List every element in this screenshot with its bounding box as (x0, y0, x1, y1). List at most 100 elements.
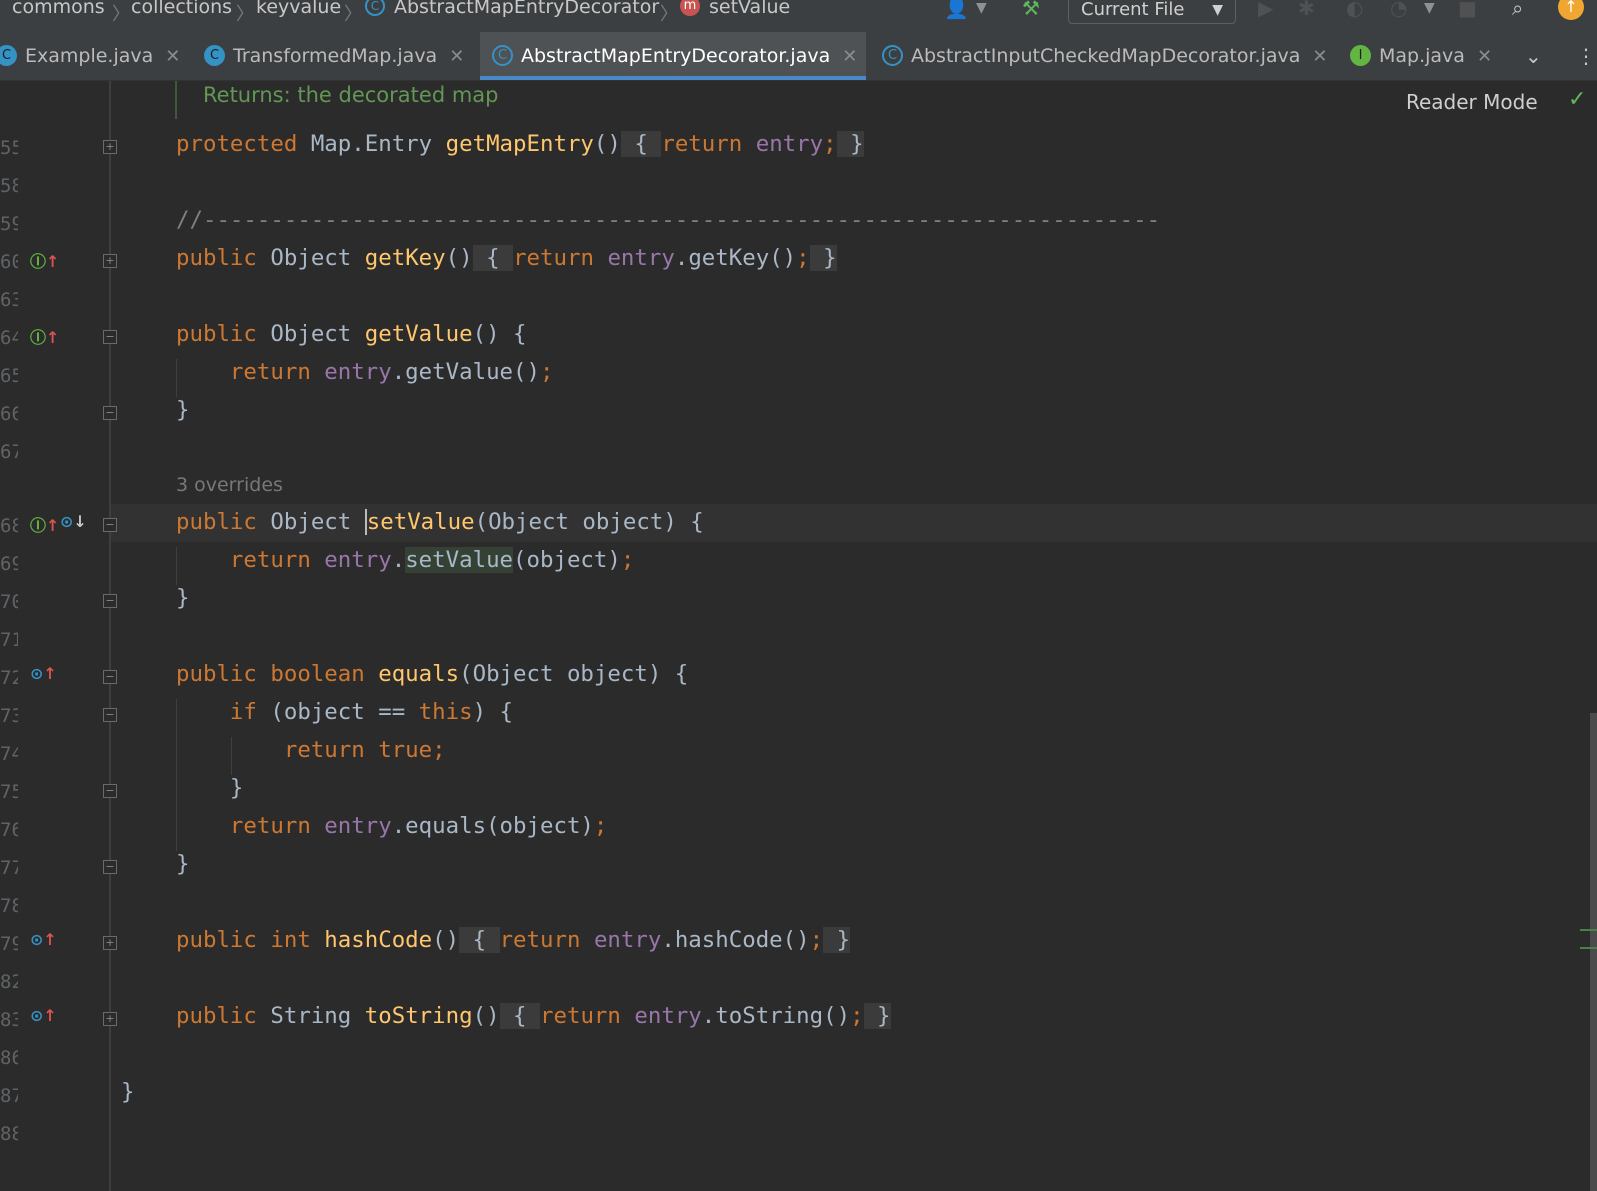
run-config-selector[interactable]: Current File ▼ (1068, 0, 1236, 24)
implements-method-icon[interactable]: Ⓘ↑ (30, 324, 59, 348)
code-line: } (176, 775, 244, 801)
change-marker (1580, 947, 1597, 949)
fold-collapse-icon[interactable]: − (103, 330, 117, 344)
code-line: //--------------------------------------… (176, 207, 1161, 233)
close-icon[interactable]: ✕ (842, 46, 857, 67)
build-hammer-icon[interactable]: ⚒ (1022, 0, 1040, 20)
line-number: 78 (0, 895, 18, 917)
code-line: return entry.getValue(); (229, 359, 554, 385)
line-number: 68 (0, 515, 18, 537)
overrides-method-icon[interactable]: ⊙↑ (30, 1006, 57, 1025)
reader-mode-toggle[interactable]: Reader Mode (1406, 90, 1538, 114)
line-number: 87 (0, 1085, 18, 1107)
abstract-class-icon: C (492, 44, 513, 66)
close-icon[interactable]: ✕ (1477, 46, 1492, 67)
code-line: public Object getValue() { (176, 321, 527, 347)
update-icon[interactable]: ↑ (1558, 0, 1584, 20)
line-number: 69 (0, 553, 18, 575)
breadcrumb-item-class[interactable]: AbstractMapEntryDecorator (394, 0, 659, 18)
overrides-method-icon[interactable]: ⊙↑ (30, 664, 57, 683)
line-number: 63 (0, 289, 18, 311)
code-line: public String toString() { return entry.… (176, 1003, 891, 1029)
tab-label: TransformedMap.java (233, 45, 438, 67)
code-line: public int hashCode() { return entry.has… (176, 927, 851, 953)
line-number: 65 (0, 365, 18, 387)
coverage-icon[interactable]: ◐ (1346, 0, 1363, 20)
overrides-hint[interactable]: 3 overrides (176, 474, 283, 496)
debug-icon[interactable]: ✱ (1298, 0, 1315, 20)
breadcrumb: commons 〉 collections 〉 keyvalue 〉 C Abs… (0, 0, 1597, 32)
overridden-method-icon[interactable]: ⊙↓ (60, 512, 87, 531)
fold-collapse-icon[interactable]: − (103, 670, 117, 684)
line-number: 55 (0, 137, 18, 159)
fold-end-icon[interactable]: − (103, 860, 117, 874)
fold-expand-icon[interactable]: + (103, 1012, 117, 1026)
fold-expand-icon[interactable]: + (103, 936, 117, 950)
code-line: if (object == this) { (229, 699, 514, 725)
breadcrumb-item-keyvalue[interactable]: keyvalue (256, 0, 341, 18)
line-number: 86 (0, 1047, 18, 1069)
search-icon[interactable]: ⌕ (1512, 0, 1523, 20)
chevron-down-icon[interactable]: ▼ (1424, 0, 1435, 16)
more-vertical-icon[interactable]: ⋮ (1576, 44, 1596, 68)
code-editor[interactable]: Returns: the decorated map Reader Mode ✓… (0, 81, 1597, 1191)
class-run-icon: C (0, 44, 17, 66)
method-icon: m (680, 0, 700, 16)
line-number: 77 (0, 857, 18, 879)
chevron-right-icon: 〉 (236, 4, 254, 25)
fold-end-icon[interactable]: − (103, 406, 117, 420)
line-number: 71 (0, 629, 18, 651)
line-number: 70 (0, 591, 18, 613)
user-icon[interactable]: 👤 (944, 0, 969, 20)
overrides-method-icon[interactable]: ⊙↑ (30, 930, 57, 949)
fold-end-icon[interactable]: − (103, 594, 117, 608)
line-number: 82 (0, 971, 18, 993)
fold-expand-icon[interactable]: + (103, 140, 117, 154)
chevron-down-icon[interactable]: ▼ (976, 0, 987, 16)
run-icon[interactable]: ▶ (1258, 0, 1273, 20)
chevron-right-icon: 〉 (660, 4, 678, 25)
fold-end-icon[interactable]: − (103, 784, 117, 798)
vertical-scrollbar[interactable] (1590, 713, 1597, 1191)
run-config-label: Current File (1081, 0, 1185, 20)
close-icon[interactable]: ✕ (165, 46, 180, 67)
chevron-down-icon[interactable]: ⌄ (1525, 44, 1542, 68)
line-number: 75 (0, 781, 18, 803)
tab-example[interactable]: C Example.java ✕ (0, 32, 190, 80)
close-icon[interactable]: ✕ (449, 46, 464, 67)
line-number: 76 (0, 819, 18, 841)
line-number: 60 (0, 251, 18, 273)
fold-collapse-icon[interactable]: − (103, 518, 117, 532)
implements-method-icon[interactable]: Ⓘ↑ (30, 248, 59, 272)
profile-icon[interactable]: ◔ (1390, 0, 1407, 20)
code-line: } (176, 585, 190, 611)
fold-collapse-icon[interactable]: − (103, 708, 117, 722)
interface-icon: I (1350, 44, 1371, 66)
breadcrumb-item-method[interactable]: setValue (709, 0, 790, 18)
code-line: } (176, 397, 190, 423)
implements-method-icon[interactable]: Ⓘ↑ (30, 512, 59, 536)
code-line: } (121, 1079, 135, 1105)
class-icon: C (204, 44, 225, 66)
tab-map[interactable]: I Map.java ✕ (1350, 32, 1500, 80)
tab-abstractmapentrydecorator[interactable]: C AbstractMapEntryDecorator.java ✕ (480, 32, 866, 80)
doc-comment-bar (175, 81, 177, 119)
stop-icon[interactable]: ■ (1458, 0, 1477, 20)
breadcrumb-item-collections[interactable]: collections (131, 0, 232, 18)
check-icon: ✓ (1568, 87, 1587, 112)
tab-abstractinputcheckedmapdecorator[interactable]: C AbstractInputCheckedMapDecorator.java ✕ (882, 32, 1328, 80)
code-line: } (176, 851, 190, 877)
close-icon[interactable]: ✕ (1312, 46, 1327, 67)
line-number: 58 (0, 175, 18, 197)
code-line: return true; (283, 737, 446, 763)
breadcrumb-item-commons[interactable]: commons (12, 0, 105, 18)
editor-tabs: C Example.java ✕ C TransformedMap.java ✕ C Ab… (0, 32, 1597, 81)
code-line: public boolean equals(Object object) { (176, 661, 689, 687)
code-line-current: public Object setValue(Object object) { (176, 509, 704, 535)
fold-expand-icon[interactable]: + (103, 254, 117, 268)
line-number: 72 (0, 667, 18, 689)
change-marker (1580, 929, 1597, 931)
tab-transformedmap[interactable]: C TransformedMap.java ✕ (204, 32, 474, 80)
line-number: 74 (0, 743, 18, 765)
code-line: protected Map.Entry getMapEntry() { retu… (176, 131, 864, 157)
